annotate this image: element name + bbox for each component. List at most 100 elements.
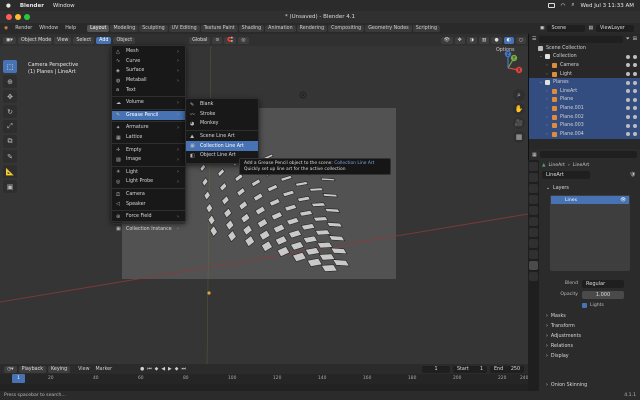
output-tab-icon[interactable] <box>529 184 538 193</box>
panel-relations[interactable]: › Relations <box>542 341 640 351</box>
move-tool-icon[interactable]: ✥ <box>3 90 17 103</box>
cursor-tool-icon[interactable]: ⊕ <box>3 75 17 88</box>
layer-row-lines[interactable]: Lines 👁 <box>551 196 629 204</box>
start-frame-field[interactable]: Start 1 <box>453 365 487 373</box>
gp-item-blank[interactable]: ✎ Blank <box>186 100 258 110</box>
workspace-tab-compositing[interactable]: Compositing <box>328 25 365 32</box>
workspace-tab-rendering[interactable]: Rendering <box>296 25 328 32</box>
visibility-icon[interactable]: 👁 <box>440 36 453 44</box>
camera-render-icon[interactable] <box>633 106 637 111</box>
timeline-body[interactable] <box>0 384 528 391</box>
camera-render-icon[interactable] <box>633 89 637 94</box>
jump-start-icon[interactable]: ⏮ <box>147 366 151 372</box>
visibility-toggles[interactable] <box>626 89 637 94</box>
blender-logo-icon[interactable]: ◉ <box>4 26 8 31</box>
timeline-editor-icon[interactable]: ◷▾ <box>4 365 17 373</box>
plane-mesh[interactable] <box>314 229 331 236</box>
fake-user-icon[interactable]: 🛡 <box>630 172 636 178</box>
workspace-tab-geometry-nodes[interactable]: Geometry Nodes <box>365 25 412 32</box>
view-layer-tab-icon[interactable] <box>529 195 538 204</box>
add-cube-tool-icon[interactable]: ▣ <box>3 180 17 193</box>
select-box-tool-icon[interactable]: ⬚ <box>3 60 17 73</box>
plane-mesh[interactable] <box>322 193 339 198</box>
add-menu-item-speaker[interactable]: ◁ Speaker <box>112 199 185 209</box>
scale-tool-icon[interactable]: ⤢ <box>3 120 17 133</box>
play-reverse-icon[interactable]: ◀ <box>161 367 165 372</box>
outliner-row-plane[interactable]: › Plane <box>529 95 640 105</box>
annotate-tool-icon[interactable]: ✎ <box>3 150 17 163</box>
wifi-icon[interactable]: ◠ <box>561 3 566 9</box>
gp-item-scene-line-art[interactable]: ⛰ Scene Line Art <box>186 132 258 142</box>
plane-mesh[interactable] <box>308 187 324 192</box>
macos-app-menu[interactable]: Blender <box>20 3 44 9</box>
proportional-edit-icon[interactable]: ◎ <box>238 36 249 44</box>
next-key-icon[interactable]: ◆ <box>175 367 179 372</box>
add-menu-item-surface[interactable]: ◈ Surface › <box>112 66 185 76</box>
modifier-tab-icon[interactable] <box>529 239 538 248</box>
tool-tab-icon[interactable] <box>529 162 538 171</box>
visibility-toggles[interactable] <box>626 123 637 128</box>
timeline-ruler[interactable]: 20 40 60 80 100 120 140 160 180 200 220 240 <box>0 374 528 384</box>
filter-icon[interactable]: ⏷ <box>626 36 630 42</box>
add-menu-item-mesh[interactable]: △ Mesh › <box>112 47 185 57</box>
camera-view-icon[interactable]: 🎥 <box>513 117 525 129</box>
add-menu-item-lattice[interactable]: ▦ Lattice <box>112 133 185 143</box>
rotate-tool-icon[interactable]: ↻ <box>3 105 17 118</box>
eye-icon[interactable] <box>626 63 630 68</box>
visibility-toggles[interactable] <box>626 97 637 102</box>
eye-icon[interactable] <box>626 89 630 94</box>
pan-icon[interactable]: ✋ <box>513 103 525 115</box>
add-menu-item-volume[interactable]: ☁ Volume › <box>112 98 185 108</box>
play-icon[interactable]: ▶ <box>168 367 172 372</box>
outliner-row-plane-002[interactable]: › Plane.002 <box>529 112 640 122</box>
add-menu-item-light-probe[interactable]: ◎ Light Probe › <box>112 177 185 187</box>
timeline-menu-keying[interactable]: Keying <box>48 365 71 373</box>
panel-masks[interactable]: › Masks <box>542 311 640 321</box>
outliner-editor-icon[interactable]: ☰ <box>532 36 536 42</box>
workspace-tab-sculpting[interactable]: Sculpting <box>139 25 168 32</box>
layer-visibility-icon[interactable]: 👁 <box>620 198 626 203</box>
timeline-menu-marker[interactable]: Marker <box>96 367 113 372</box>
menu-select[interactable]: Select <box>73 36 95 44</box>
pivot-icon[interactable]: ⊙ <box>212 36 223 44</box>
onion-skin-panel[interactable]: › Onion Skinning <box>542 380 587 390</box>
outliner-search[interactable] <box>539 35 623 43</box>
workspace-tab-uv-editing[interactable]: UV Editing <box>168 25 200 32</box>
add-menu-item-curve[interactable]: ∿ Curve › <box>112 57 185 67</box>
new-collection-icon[interactable]: ⊞ <box>633 36 637 42</box>
timeline-menu-playback[interactable]: Playback <box>18 365 46 373</box>
add-menu-item-camera[interactable]: ⎚ Camera <box>112 190 185 200</box>
panel-transform[interactable]: › Transform <box>542 321 640 331</box>
menu-object[interactable]: Object <box>113 36 136 44</box>
shading-solid-icon[interactable]: ● <box>491 36 502 44</box>
gizmo-toggle-icon[interactable]: ✥ <box>454 36 465 44</box>
world-tab-icon[interactable] <box>529 217 538 226</box>
camera-render-icon[interactable] <box>633 132 637 137</box>
snap-icon[interactable]: 🧲 <box>224 36 237 44</box>
camera-render-icon[interactable] <box>633 54 637 59</box>
workspace-tab-animation[interactable]: Animation <box>265 25 296 32</box>
outliner-row-light[interactable]: › Light <box>529 70 640 79</box>
eye-icon[interactable] <box>626 115 630 120</box>
eye-icon[interactable] <box>626 132 630 137</box>
3d-viewport[interactable] <box>0 34 528 364</box>
workspace-tab-scripting[interactable]: Scripting <box>412 25 441 32</box>
transform-tool-icon[interactable]: ⧉ <box>3 135 17 148</box>
outliner-row-lineart[interactable]: › LineArt <box>529 86 640 96</box>
lights-checkbox[interactable] <box>582 303 587 308</box>
add-menu-item-collection-instance[interactable]: ▣ Collection Instance › <box>112 225 185 235</box>
blend-mode-select[interactable]: Regular <box>582 279 624 288</box>
workspace-tab-shading[interactable]: Shading <box>238 25 265 32</box>
scene-selector[interactable]: Scene <box>547 25 586 32</box>
scene-tab-icon[interactable] <box>529 206 538 215</box>
menu-render[interactable]: Render <box>15 26 32 31</box>
datetime[interactable]: Wed Jul 3 11:33 AM <box>581 3 634 9</box>
shading-render-icon[interactable]: ○ <box>515 36 526 44</box>
add-menu-item-armature[interactable]: ✦ Armature › <box>112 123 185 133</box>
eye-icon[interactable] <box>626 123 630 128</box>
camera-render-icon[interactable] <box>633 123 637 128</box>
outliner-row-planes[interactable]: ⌄ Planes <box>529 78 640 87</box>
add-menu-item-image[interactable]: ▨ Image › <box>112 155 185 165</box>
add-menu-item-grease-pencil[interactable]: ✎ Grease Pencil › <box>112 110 185 121</box>
material-tab-icon[interactable] <box>529 272 538 281</box>
